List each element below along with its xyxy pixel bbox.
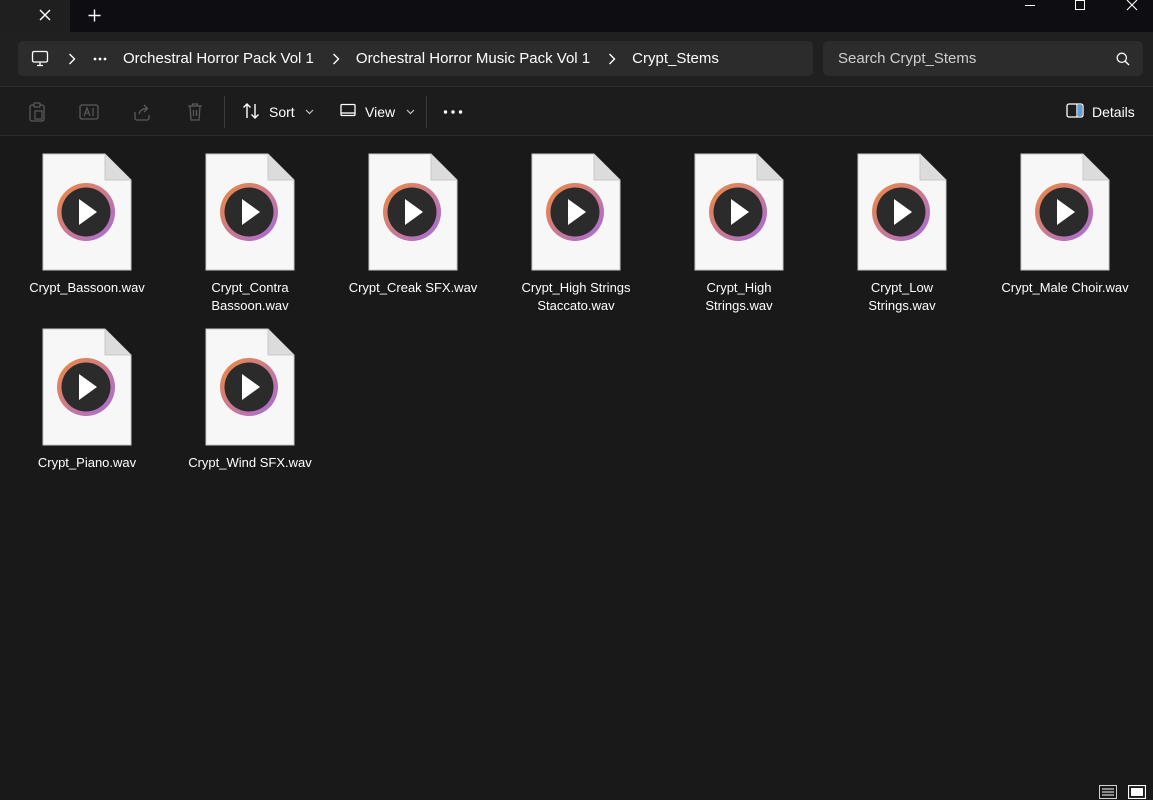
chevron-right-icon[interactable]: [328, 51, 344, 67]
navigation-bar: Orchestral Horror Pack Vol 1 Orchestral …: [0, 32, 1153, 86]
plus-icon[interactable]: [80, 2, 108, 28]
close-tab-icon[interactable]: [30, 2, 60, 28]
audio-file-icon: [205, 328, 295, 446]
file-name: Crypt_Contra Bassoon.wav: [211, 280, 289, 313]
chevron-right-icon[interactable]: [604, 51, 620, 67]
audio-file-icon: [857, 153, 947, 271]
share-icon[interactable]: [131, 101, 153, 123]
search-input[interactable]: [838, 50, 1115, 67]
file-name: Crypt_Low Strings.wav: [868, 280, 936, 313]
breadcrumb-current[interactable]: Crypt_Stems: [630, 50, 721, 67]
file-explorer-window: Orchestral Horror Pack Vol 1 Orchestral …: [0, 0, 1153, 800]
sort-icon: [242, 102, 261, 123]
trash-icon[interactable]: [184, 101, 206, 123]
title-bar: [0, 0, 1153, 32]
divider: [224, 96, 225, 128]
details-view-icon[interactable]: [1097, 784, 1119, 800]
file-item[interactable]: Crypt_High Strings.wav: [664, 153, 814, 315]
divider: [426, 96, 427, 128]
breadcrumb-item[interactable]: Orchestral Horror Music Pack Vol 1: [354, 50, 592, 67]
audio-file-icon: [694, 153, 784, 271]
file-item[interactable]: Crypt_Male Choir.wav: [990, 153, 1140, 297]
file-item[interactable]: Crypt_High Strings Staccato.wav: [501, 153, 651, 315]
computer-icon[interactable]: [30, 49, 50, 69]
file-item[interactable]: Crypt_Creak SFX.wav: [338, 153, 488, 297]
audio-file-icon: [1020, 153, 1110, 271]
sort-label: Sort: [269, 104, 295, 120]
file-grid: Crypt_Bassoon.wav Crypt_Contra Bassoon.wa…: [0, 137, 1153, 800]
view-icon: [340, 103, 357, 121]
audio-file-icon: [531, 153, 621, 271]
file-item[interactable]: Crypt_Wind SFX.wav: [175, 328, 325, 472]
audio-file-icon: [205, 153, 295, 271]
view-button[interactable]: View: [340, 98, 415, 126]
file-name: Crypt_Male Choir.wav: [1001, 280, 1129, 295]
minimize-icon[interactable]: [1007, 0, 1053, 14]
file-item[interactable]: Crypt_Piano.wav: [12, 328, 162, 472]
file-name: Crypt_Creak SFX.wav: [348, 280, 478, 295]
file-name: Crypt_Wind SFX.wav: [188, 455, 312, 470]
file-item[interactable]: Crypt_Contra Bassoon.wav: [175, 153, 325, 315]
chevron-down-icon: [405, 107, 415, 117]
search-icon[interactable]: [1115, 51, 1131, 67]
maximize-icon[interactable]: [1057, 0, 1103, 14]
file-name: Crypt_High Strings.wav: [705, 280, 773, 313]
close-window-icon[interactable]: [1109, 0, 1153, 14]
view-label: View: [365, 104, 396, 120]
thumbnails-view-icon[interactable]: [1126, 784, 1148, 800]
more-horizontal-icon[interactable]: [89, 49, 111, 69]
file-name: Crypt_High Strings Staccato.wav: [521, 280, 631, 313]
search-box[interactable]: [823, 41, 1143, 76]
audio-file-icon: [42, 153, 132, 271]
breadcrumb[interactable]: Orchestral Horror Pack Vol 1 Orchestral …: [18, 41, 813, 76]
file-name: Crypt_Piano.wav: [37, 455, 137, 470]
details-pane-icon: [1066, 103, 1084, 121]
paste-icon[interactable]: [26, 101, 48, 123]
chevron-right-icon[interactable]: [64, 51, 80, 67]
audio-file-icon: [42, 328, 132, 446]
sort-button[interactable]: Sort: [242, 98, 315, 126]
file-item[interactable]: Crypt_Low Strings.wav: [827, 153, 977, 315]
details-button[interactable]: Details: [1066, 98, 1135, 126]
chevron-down-icon: [305, 107, 315, 117]
file-item[interactable]: Crypt_Bassoon.wav: [12, 153, 162, 297]
file-name: Crypt_Bassoon.wav: [29, 280, 145, 295]
rename-icon[interactable]: [78, 101, 100, 123]
audio-file-icon: [368, 153, 458, 271]
command-bar: Sort View Details: [0, 86, 1153, 136]
details-label: Details: [1092, 104, 1135, 120]
breadcrumb-item[interactable]: Orchestral Horror Pack Vol 1: [121, 50, 316, 67]
more-options-icon[interactable]: [442, 101, 464, 123]
